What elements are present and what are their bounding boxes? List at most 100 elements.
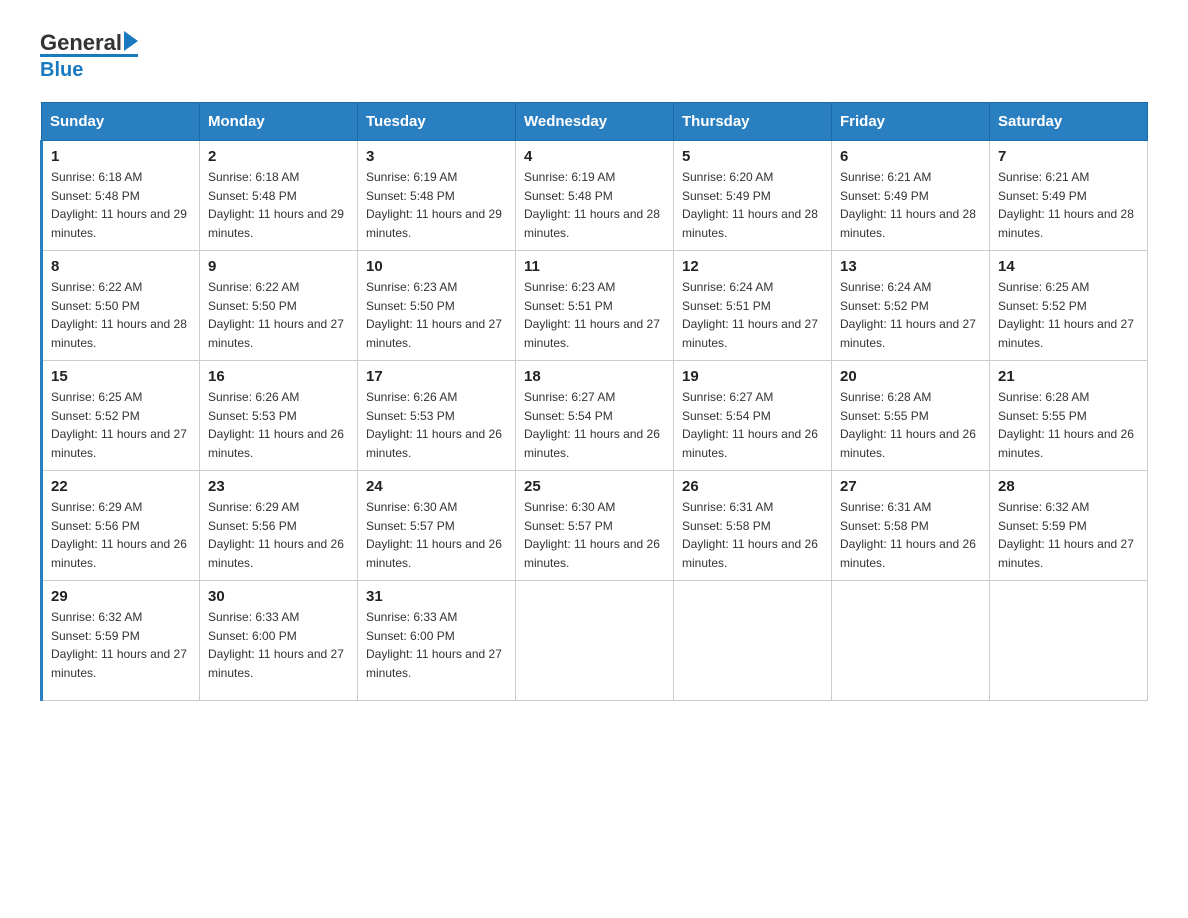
day-number: 31 [366, 588, 507, 605]
day-info: Sunrise: 6:20 AMSunset: 5:49 PMDaylight:… [682, 168, 823, 242]
calendar-cell: 28 Sunrise: 6:32 AMSunset: 5:59 PMDayligh… [990, 471, 1148, 581]
day-info: Sunrise: 6:25 AMSunset: 5:52 PMDaylight:… [998, 278, 1139, 352]
calendar-week-row: 15Sunrise: 6:25 AMSunset: 5:52 PMDayligh… [42, 361, 1148, 471]
day-number: 16 [208, 368, 349, 385]
day-info: Sunrise: 6:22 AMSunset: 5:50 PMDaylight:… [51, 278, 191, 352]
day-number: 27 [840, 478, 981, 495]
weekday-header-tuesday: Tuesday [358, 103, 516, 141]
weekday-header-sunday: Sunday [42, 103, 200, 141]
day-number: 26 [682, 478, 823, 495]
calendar-cell: 1 Sunrise: 6:18 AMSunset: 5:48 PMDaylight… [42, 141, 200, 251]
calendar-cell: 9 Sunrise: 6:22 AMSunset: 5:50 PMDaylight… [200, 251, 358, 361]
calendar-cell: 11 Sunrise: 6:23 AMSunset: 5:51 PMDayligh… [516, 251, 674, 361]
day-info: Sunrise: 6:22 AMSunset: 5:50 PMDaylight:… [208, 278, 349, 352]
calendar-cell: 3 Sunrise: 6:19 AMSunset: 5:48 PMDaylight… [358, 141, 516, 251]
day-info: Sunrise: 6:23 AMSunset: 5:50 PMDaylight:… [366, 278, 507, 352]
day-number: 1 [51, 148, 191, 165]
day-number: 24 [366, 478, 507, 495]
weekday-header-friday: Friday [832, 103, 990, 141]
day-number: 3 [366, 148, 507, 165]
calendar-cell: 2 Sunrise: 6:18 AMSunset: 5:48 PMDaylight… [200, 141, 358, 251]
day-number: 21 [998, 368, 1139, 385]
day-number: 18 [524, 368, 665, 385]
day-info: Sunrise: 6:21 AMSunset: 5:49 PMDaylight:… [998, 168, 1139, 242]
calendar-cell [516, 581, 674, 701]
day-number: 9 [208, 258, 349, 275]
calendar-cell: 29 Sunrise: 6:32 AMSunset: 5:59 PMDayligh… [42, 581, 200, 701]
day-info: Sunrise: 6:19 AMSunset: 5:48 PMDaylight:… [524, 168, 665, 242]
logo-triangle-icon [124, 31, 138, 51]
day-number: 25 [524, 478, 665, 495]
day-number: 10 [366, 258, 507, 275]
day-info: Sunrise: 6:33 AMSunset: 6:00 PMDaylight:… [208, 608, 349, 682]
calendar-cell: 4 Sunrise: 6:19 AMSunset: 5:48 PMDaylight… [516, 141, 674, 251]
calendar-cell: 7 Sunrise: 6:21 AMSunset: 5:49 PMDaylight… [990, 141, 1148, 251]
calendar-table: SundayMondayTuesdayWednesdayThursdayFrid… [40, 102, 1148, 701]
day-info: Sunrise: 6:29 AMSunset: 5:56 PMDaylight:… [51, 498, 191, 572]
day-number: 4 [524, 148, 665, 165]
calendar-cell [674, 581, 832, 701]
day-info: Sunrise: 6:30 AMSunset: 5:57 PMDaylight:… [366, 498, 507, 572]
calendar-cell: 13Sunrise: 6:24 AMSunset: 5:52 PMDayligh… [832, 251, 990, 361]
day-number: 5 [682, 148, 823, 165]
weekday-header-wednesday: Wednesday [516, 103, 674, 141]
calendar-cell: 10 Sunrise: 6:23 AMSunset: 5:50 PMDayligh… [358, 251, 516, 361]
calendar-cell: 30 Sunrise: 6:33 AMSunset: 6:00 PMDayligh… [200, 581, 358, 701]
day-info: Sunrise: 6:32 AMSunset: 5:59 PMDaylight:… [51, 608, 191, 682]
calendar-week-row: 8 Sunrise: 6:22 AMSunset: 5:50 PMDaylight… [42, 251, 1148, 361]
logo-divider: Blue [40, 54, 138, 82]
day-number: 13 [840, 258, 981, 275]
day-number: 11 [524, 258, 665, 275]
calendar-cell: 19 Sunrise: 6:27 AMSunset: 5:54 PMDayligh… [674, 361, 832, 471]
day-number: 20 [840, 368, 981, 385]
day-number: 8 [51, 258, 191, 275]
logo: General Blue [40, 30, 138, 82]
day-number: 2 [208, 148, 349, 165]
calendar-cell: 15Sunrise: 6:25 AMSunset: 5:52 PMDayligh… [42, 361, 200, 471]
day-info: Sunrise: 6:26 AMSunset: 5:53 PMDaylight:… [366, 388, 507, 462]
day-info: Sunrise: 6:31 AMSunset: 5:58 PMDaylight:… [840, 498, 981, 572]
calendar-week-row: 29 Sunrise: 6:32 AMSunset: 5:59 PMDayligh… [42, 581, 1148, 701]
day-info: Sunrise: 6:25 AMSunset: 5:52 PMDaylight:… [51, 388, 191, 462]
calendar-cell: 17Sunrise: 6:26 AMSunset: 5:53 PMDayligh… [358, 361, 516, 471]
day-number: 14 [998, 258, 1139, 275]
day-info: Sunrise: 6:32 AMSunset: 5:59 PMDaylight:… [998, 498, 1139, 572]
weekday-header-monday: Monday [200, 103, 358, 141]
day-number: 29 [51, 588, 191, 605]
day-number: 30 [208, 588, 349, 605]
day-info: Sunrise: 6:24 AMSunset: 5:51 PMDaylight:… [682, 278, 823, 352]
day-info: Sunrise: 6:33 AMSunset: 6:00 PMDaylight:… [366, 608, 507, 682]
day-info: Sunrise: 6:29 AMSunset: 5:56 PMDaylight:… [208, 498, 349, 572]
calendar-cell: 27 Sunrise: 6:31 AMSunset: 5:58 PMDayligh… [832, 471, 990, 581]
day-info: Sunrise: 6:18 AMSunset: 5:48 PMDaylight:… [208, 168, 349, 242]
calendar-cell: 5 Sunrise: 6:20 AMSunset: 5:49 PMDaylight… [674, 141, 832, 251]
day-info: Sunrise: 6:21 AMSunset: 5:49 PMDaylight:… [840, 168, 981, 242]
calendar-cell [990, 581, 1148, 701]
calendar-cell: 20 Sunrise: 6:28 AMSunset: 5:55 PMDayligh… [832, 361, 990, 471]
day-info: Sunrise: 6:28 AMSunset: 5:55 PMDaylight:… [840, 388, 981, 462]
day-info: Sunrise: 6:26 AMSunset: 5:53 PMDaylight:… [208, 388, 349, 462]
calendar-cell: 21Sunrise: 6:28 AMSunset: 5:55 PMDayligh… [990, 361, 1148, 471]
day-info: Sunrise: 6:18 AMSunset: 5:48 PMDaylight:… [51, 168, 191, 242]
logo-general: General [40, 30, 122, 56]
day-number: 22 [51, 478, 191, 495]
calendar-week-row: 1 Sunrise: 6:18 AMSunset: 5:48 PMDaylight… [42, 141, 1148, 251]
day-info: Sunrise: 6:31 AMSunset: 5:58 PMDaylight:… [682, 498, 823, 572]
calendar-cell: 25Sunrise: 6:30 AMSunset: 5:57 PMDayligh… [516, 471, 674, 581]
day-number: 6 [840, 148, 981, 165]
calendar-cell: 18Sunrise: 6:27 AMSunset: 5:54 PMDayligh… [516, 361, 674, 471]
day-number: 28 [998, 478, 1139, 495]
calendar-week-row: 22 Sunrise: 6:29 AMSunset: 5:56 PMDayligh… [42, 471, 1148, 581]
day-info: Sunrise: 6:27 AMSunset: 5:54 PMDaylight:… [682, 388, 823, 462]
page-header: General Blue [40, 30, 1148, 82]
calendar-cell [832, 581, 990, 701]
calendar-cell: 14 Sunrise: 6:25 AMSunset: 5:52 PMDayligh… [990, 251, 1148, 361]
day-info: Sunrise: 6:23 AMSunset: 5:51 PMDaylight:… [524, 278, 665, 352]
day-number: 7 [998, 148, 1139, 165]
day-info: Sunrise: 6:19 AMSunset: 5:48 PMDaylight:… [366, 168, 507, 242]
calendar-cell: 31 Sunrise: 6:33 AMSunset: 6:00 PMDayligh… [358, 581, 516, 701]
calendar-cell: 8 Sunrise: 6:22 AMSunset: 5:50 PMDaylight… [42, 251, 200, 361]
calendar-cell: 12Sunrise: 6:24 AMSunset: 5:51 PMDayligh… [674, 251, 832, 361]
weekday-header-row: SundayMondayTuesdayWednesdayThursdayFrid… [42, 103, 1148, 141]
day-number: 19 [682, 368, 823, 385]
